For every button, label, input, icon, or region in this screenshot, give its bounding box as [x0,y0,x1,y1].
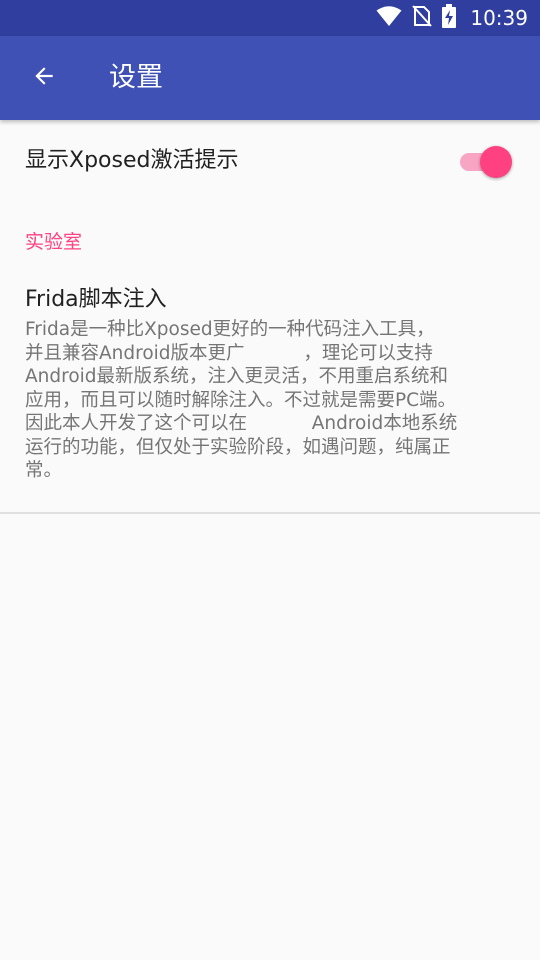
xposed-hint-toggle[interactable] [458,142,514,180]
status-time: 10:39 [470,6,528,30]
category-title-lab: 实验室 [25,231,83,253]
back-button[interactable] [16,50,72,106]
arrow-back-icon [31,63,57,93]
status-icons: 10:39 [376,0,528,36]
pref-frida-title: Frida脚本注入 [25,287,167,312]
pref-frida-summary: Frida是一种比Xposed更好的一种代码注入工具， 并且兼容Android版… [25,318,517,483]
summary-line: 因此本人开发了这个可以在 Android本地系统 [25,413,458,434]
summary-line: 常。 [25,460,63,481]
toggle-thumb [480,146,512,178]
battery-charging-icon [442,4,457,32]
summary-line: Frida是一种比Xposed更好的一种代码注入工具， [25,319,435,340]
status-bar: 10:39 [0,0,540,36]
summary-line: 运行的功能，但仅处于实验阶段，如遇问题，纯属正 [25,436,451,458]
summary-line: Android最新版系统，注入更灵活，不用重启系统和 [25,366,449,387]
summary-line: 并且兼容Android版本更广 ，理论可以支持 [25,342,433,364]
pref-frida-injection[interactable]: Frida脚本注入 Frida是一种比Xposed更好的一种代码注入工具， 并且… [0,276,540,512]
page-title: 设置 [109,62,163,93]
divider [0,512,540,514]
pref-xposed-hint-title: 显示Xposed激活提示 [25,148,239,173]
summary-line: 应用，而且可以随时解除注入。不过就是需要PC端。 [25,389,457,411]
pref-xposed-hint[interactable]: 显示Xposed激活提示 [0,120,540,204]
wifi-icon [376,5,402,31]
app-bar: 设置 [0,36,540,120]
no-sim-icon [412,4,433,32]
